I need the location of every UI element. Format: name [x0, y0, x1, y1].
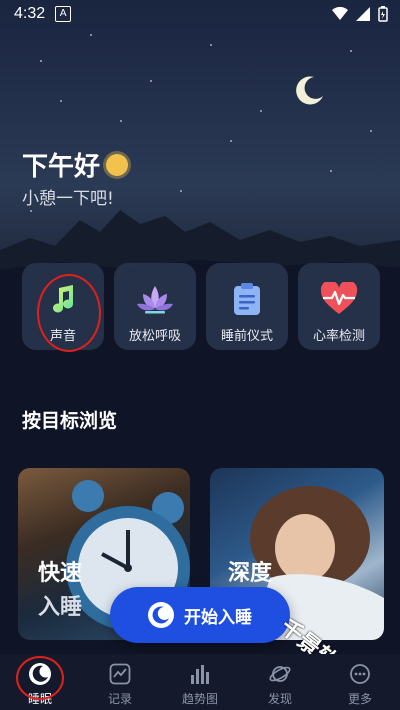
tab-more[interactable]: 更多 — [320, 654, 400, 707]
quick-action-label: 声音 — [49, 329, 76, 344]
greeting-title: 下午好 — [22, 146, 129, 183]
notification-a-icon: A — [55, 6, 72, 22]
clipboard-icon — [227, 279, 267, 319]
planet-icon — [268, 662, 292, 686]
category-label-line1: 深度 — [228, 561, 273, 586]
greeting-subtitle: 小憩一下吧! — [22, 189, 114, 209]
category-label-line2: 入睡 — [38, 595, 83, 620]
quick-action-heart-rate[interactable]: 心率检测 — [298, 263, 380, 350]
status-time: 4:32 — [14, 5, 46, 22]
more-icon — [348, 662, 372, 686]
tab-record[interactable]: 记录 — [80, 654, 160, 707]
quick-action-label: 放松呼吸 — [128, 329, 181, 344]
signal-icon — [356, 7, 370, 25]
record-chart-icon — [108, 662, 132, 686]
status-bar: 4:32 A — [0, 0, 400, 28]
tab-label: 趋势图 — [181, 692, 218, 706]
annotation-circle — [16, 656, 64, 700]
tab-trends[interactable]: 趋势图 — [160, 654, 240, 707]
wifi-icon — [332, 6, 348, 25]
start-sleep-label: 开始入睡 — [184, 607, 252, 628]
tab-label: 更多 — [347, 692, 372, 706]
lotus-icon — [135, 279, 175, 319]
quick-actions: 声音 放松呼吸 睡前仪式 心率检测 — [22, 263, 380, 350]
quick-action-label: 睡前仪式 — [220, 329, 273, 344]
heart-rate-icon — [319, 279, 359, 319]
tab-label: 发现 — [267, 692, 292, 706]
trend-bars-icon — [188, 662, 212, 686]
quick-action-relax-breathing[interactable]: 放松呼吸 — [114, 263, 196, 350]
quick-action-sound[interactable]: 声音 — [22, 263, 104, 350]
music-note-icon — [43, 279, 83, 319]
greeting-text: 下午好 — [22, 152, 101, 182]
moon-icon — [148, 602, 174, 628]
browse-section-title: 按目标浏览 — [22, 410, 118, 432]
moon-icon — [292, 74, 326, 108]
battery-icon — [378, 6, 388, 26]
tab-label: 记录 — [107, 692, 132, 706]
tab-discover[interactable]: 发现 — [240, 654, 320, 707]
quick-action-label: 心率检测 — [312, 329, 365, 344]
sun-icon — [106, 153, 129, 176]
quick-action-bedtime-ritual[interactable]: 睡前仪式 — [206, 263, 288, 350]
category-label-line1: 快速 — [38, 561, 83, 586]
start-sleep-button[interactable]: 开始入睡 — [110, 587, 290, 643]
